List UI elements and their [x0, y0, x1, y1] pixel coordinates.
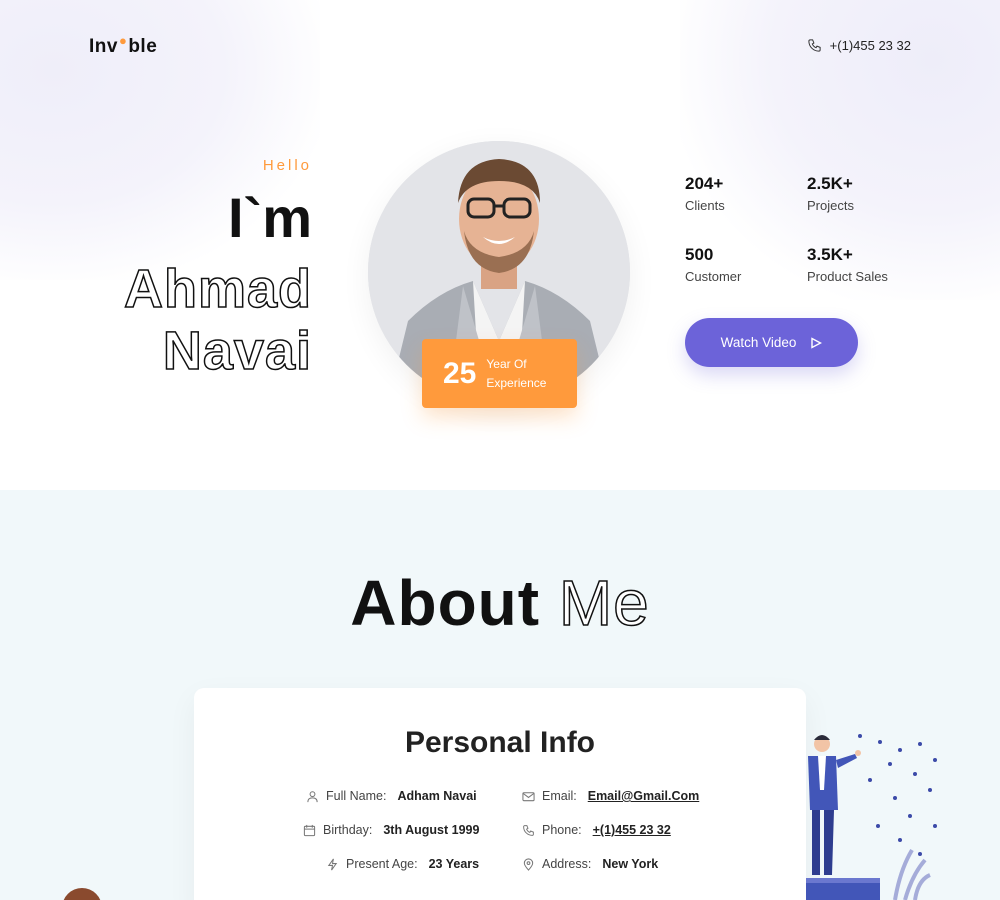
phone-link[interactable]: +(1)455 23 32 [593, 823, 671, 837]
stat-value: 3.5K+ [807, 245, 853, 264]
phone-icon [523, 824, 534, 836]
watch-video-label: Watch Video [720, 335, 797, 350]
logo-dot-icon: ● [118, 33, 128, 48]
info-email[interactable]: Email: Email@Gmail.Com [522, 789, 699, 803]
play-icon [811, 336, 823, 349]
stat-value: 500 [685, 245, 714, 264]
phone-icon [808, 39, 821, 52]
info-full-name: Full Name: Adham Navai [306, 789, 477, 803]
phone-number: +(1)455 23 32 [829, 38, 911, 53]
info-value: 23 Years [428, 857, 480, 871]
experience-label: Year Of Experience [486, 356, 547, 390]
info-label: Birthday: [323, 823, 373, 837]
stat-product-sales: 3.5K+ Product Sales [807, 245, 888, 284]
info-phone[interactable]: Phone: +(1)455 23 32 [522, 823, 671, 837]
stat-customer: 500 Customer [685, 245, 741, 284]
info-value: 3th August 1999 [383, 823, 480, 837]
about-title-bold: About [350, 567, 541, 639]
info-value: New York [602, 857, 659, 871]
stat-value: 2.5K+ [807, 174, 853, 193]
user-icon [307, 790, 318, 802]
personal-info-title: Personal Info [404, 726, 596, 759]
email-link[interactable]: Email@Gmail.Com [588, 789, 700, 803]
info-birthday: Birthday: 3th August 1999 [303, 823, 479, 837]
info-label: Full Name: [326, 789, 387, 803]
hero-intro: I`m [228, 186, 312, 249]
hero-greeting: Hello [262, 157, 312, 174]
stat-label: Customer [685, 269, 742, 284]
info-address: Address: New York [522, 857, 658, 871]
location-icon [523, 857, 534, 871]
info-label: Phone: [542, 823, 582, 837]
calendar-icon [303, 824, 316, 836]
info-present-age: Present Age: 23 Years [326, 857, 479, 871]
info-value: Adham Navai [397, 789, 477, 803]
watch-video-button[interactable]: Watch Video [685, 318, 858, 367]
about-heading: About Me [0, 567, 1000, 639]
hero-last-name: Navai [162, 321, 312, 381]
bolt-icon [327, 858, 338, 870]
info-label: Email: [542, 789, 577, 803]
experience-number: 25 [443, 356, 477, 390]
site-logo[interactable]: Inv●ble [89, 33, 157, 58]
info-label: Address: [542, 857, 592, 871]
stat-clients: 204+ Clients [685, 174, 725, 213]
personal-info-card: Personal Info Full Name: Adham Navai Bir… [194, 688, 806, 900]
stat-label: Projects [807, 198, 854, 213]
stat-value: 204+ [685, 174, 724, 193]
header-phone[interactable]: +(1)455 23 32 [807, 38, 911, 53]
stat-label: Product Sales [807, 269, 888, 284]
info-label: Present Age: [346, 857, 418, 871]
presenter-illustration [806, 734, 937, 900]
mail-icon [522, 791, 535, 801]
hero-first-name: Ahmad [123, 259, 312, 319]
about-title-outline: Me [558, 567, 650, 639]
experience-badge: 25 Year Of Experience [422, 339, 577, 408]
stat-projects: 2.5K+ Projects [807, 174, 854, 213]
stat-label: Clients [685, 198, 725, 213]
